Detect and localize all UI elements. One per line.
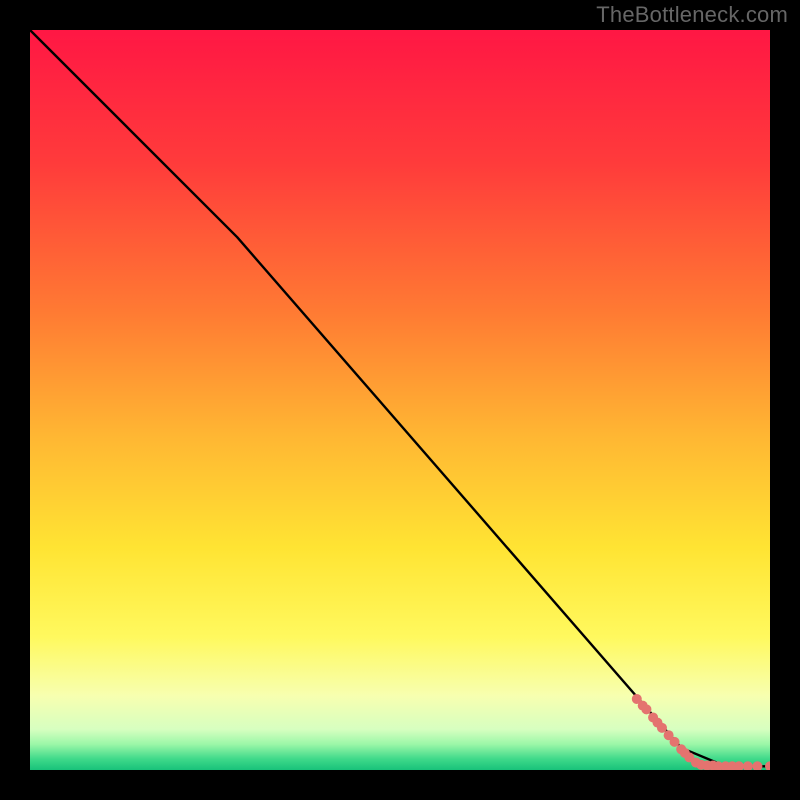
- chart-stage: TheBottleneck.com: [0, 0, 800, 800]
- data-point: [670, 737, 680, 747]
- data-point: [641, 704, 651, 714]
- watermark-text: TheBottleneck.com: [596, 2, 788, 28]
- chart-svg: [30, 30, 770, 770]
- data-point: [657, 723, 667, 733]
- plot-area: [30, 30, 770, 770]
